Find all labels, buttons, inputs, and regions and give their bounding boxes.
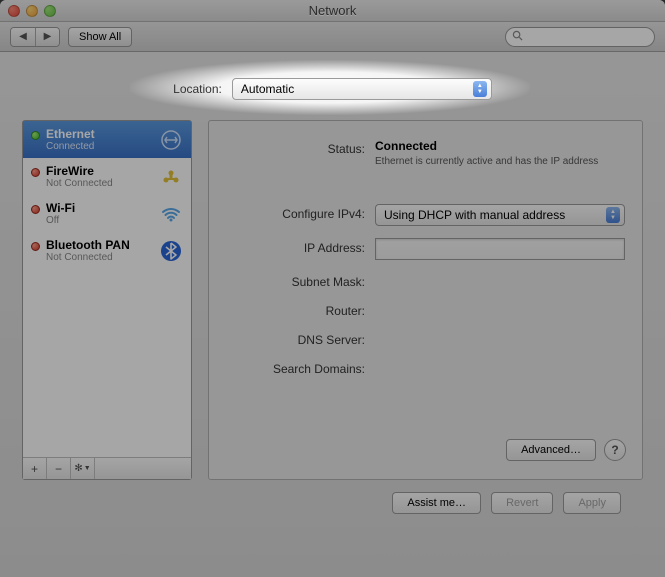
zoom-button[interactable] <box>44 5 56 17</box>
main-area: Ethernet Connected FireWire Not Connecte… <box>22 120 643 480</box>
detail-panel: Status: Connected Ethernet is currently … <box>208 120 643 480</box>
gear-menu-button[interactable]: ✻▼ <box>71 458 95 479</box>
toolbar: ◀ ▶ Show All <box>0 22 665 52</box>
sidebar-item-ethernet[interactable]: Ethernet Connected <box>23 121 191 158</box>
add-interface-button[interactable]: + <box>23 458 47 479</box>
status-description: Ethernet is currently active and has the… <box>375 155 626 168</box>
advanced-button[interactable]: Advanced… <box>506 439 596 461</box>
apply-button[interactable]: Apply <box>563 492 621 514</box>
remove-interface-button[interactable]: − <box>47 458 71 479</box>
close-button[interactable] <box>8 5 20 17</box>
interfaces-sidebar: Ethernet Connected FireWire Not Connecte… <box>22 120 192 480</box>
sidebar-item-bluetooth[interactable]: Bluetooth PAN Not Connected <box>23 232 191 269</box>
sidebar-item-name: Ethernet <box>46 127 153 141</box>
window-footer: Assist me… Revert Apply <box>22 480 643 514</box>
wifi-icon <box>159 202 183 226</box>
location-label: Location: <box>173 82 222 96</box>
select-arrows-icon: ▲▼ <box>606 207 620 223</box>
search-domains-label: Search Domains: <box>225 359 365 376</box>
chevron-down-icon: ▼ <box>84 465 91 472</box>
detail-footer: Advanced… ? <box>225 439 626 461</box>
forward-button[interactable]: ▶ <box>35 28 59 46</box>
nav-buttons: ◀ ▶ <box>10 27 60 47</box>
status-value: Connected <box>375 139 626 153</box>
search-input[interactable] <box>527 31 665 43</box>
search-icon <box>512 30 523 44</box>
location-value: Automatic <box>241 82 294 96</box>
sidebar-item-name: Wi-Fi <box>46 201 153 215</box>
search-field[interactable] <box>505 27 655 47</box>
minimize-button[interactable] <box>26 5 38 17</box>
configure-row: Configure IPv4: Using DHCP with manual a… <box>225 204 626 226</box>
configure-label: Configure IPv4: <box>225 204 365 221</box>
sidebar-item-wifi[interactable]: Wi-Fi Off <box>23 195 191 232</box>
network-preferences-window: Network ◀ ▶ Show All Location: Automatic… <box>0 0 665 577</box>
location-select[interactable]: Automatic ▲▼ <box>232 78 492 100</box>
dns-label: DNS Server: <box>225 330 365 347</box>
status-dot-icon <box>31 131 40 140</box>
content-area: Location: Automatic ▲▼ Ethernet Connecte… <box>0 52 665 530</box>
sidebar-item-firewire[interactable]: FireWire Not Connected <box>23 158 191 195</box>
status-dot-icon <box>31 168 40 177</box>
ip-row: IP Address: <box>225 238 626 260</box>
ip-address-input[interactable] <box>375 238 625 260</box>
configure-ipv4-select[interactable]: Using DHCP with manual address ▲▼ <box>375 204 625 226</box>
sidebar-item-sub: Off <box>46 215 153 226</box>
select-arrows-icon: ▲▼ <box>473 81 487 97</box>
status-label: Status: <box>225 139 365 156</box>
dns-row: DNS Server: <box>225 330 626 347</box>
traffic-lights <box>8 5 56 17</box>
sidebar-item-sub: Connected <box>46 141 153 152</box>
bluetooth-icon <box>159 239 183 263</box>
search-domains-row: Search Domains: <box>225 359 626 376</box>
location-row: Location: Automatic ▲▼ <box>22 78 643 100</box>
titlebar: Network <box>0 0 665 22</box>
status-dot-icon <box>31 242 40 251</box>
help-button[interactable]: ? <box>604 439 626 461</box>
subnet-label: Subnet Mask: <box>225 272 365 289</box>
assist-button[interactable]: Assist me… <box>392 492 481 514</box>
status-dot-icon <box>31 205 40 214</box>
sidebar-item-name: FireWire <box>46 164 153 178</box>
ethernet-icon <box>159 128 183 152</box>
status-row: Status: Connected Ethernet is currently … <box>225 139 626 168</box>
ip-label: IP Address: <box>225 238 365 255</box>
back-button[interactable]: ◀ <box>11 28 35 46</box>
sidebar-footer: + − ✻▼ <box>23 457 191 479</box>
firewire-icon <box>159 165 183 189</box>
router-row: Router: <box>225 301 626 318</box>
revert-button[interactable]: Revert <box>491 492 553 514</box>
gear-icon: ✻ <box>74 463 82 474</box>
subnet-row: Subnet Mask: <box>225 272 626 289</box>
window-title: Network <box>0 3 665 18</box>
sidebar-item-sub: Not Connected <box>46 252 153 263</box>
sidebar-item-sub: Not Connected <box>46 178 153 189</box>
sidebar-item-name: Bluetooth PAN <box>46 238 153 252</box>
interfaces-list: Ethernet Connected FireWire Not Connecte… <box>23 121 191 457</box>
show-all-button[interactable]: Show All <box>68 27 132 47</box>
configure-value: Using DHCP with manual address <box>384 208 565 222</box>
router-label: Router: <box>225 301 365 318</box>
